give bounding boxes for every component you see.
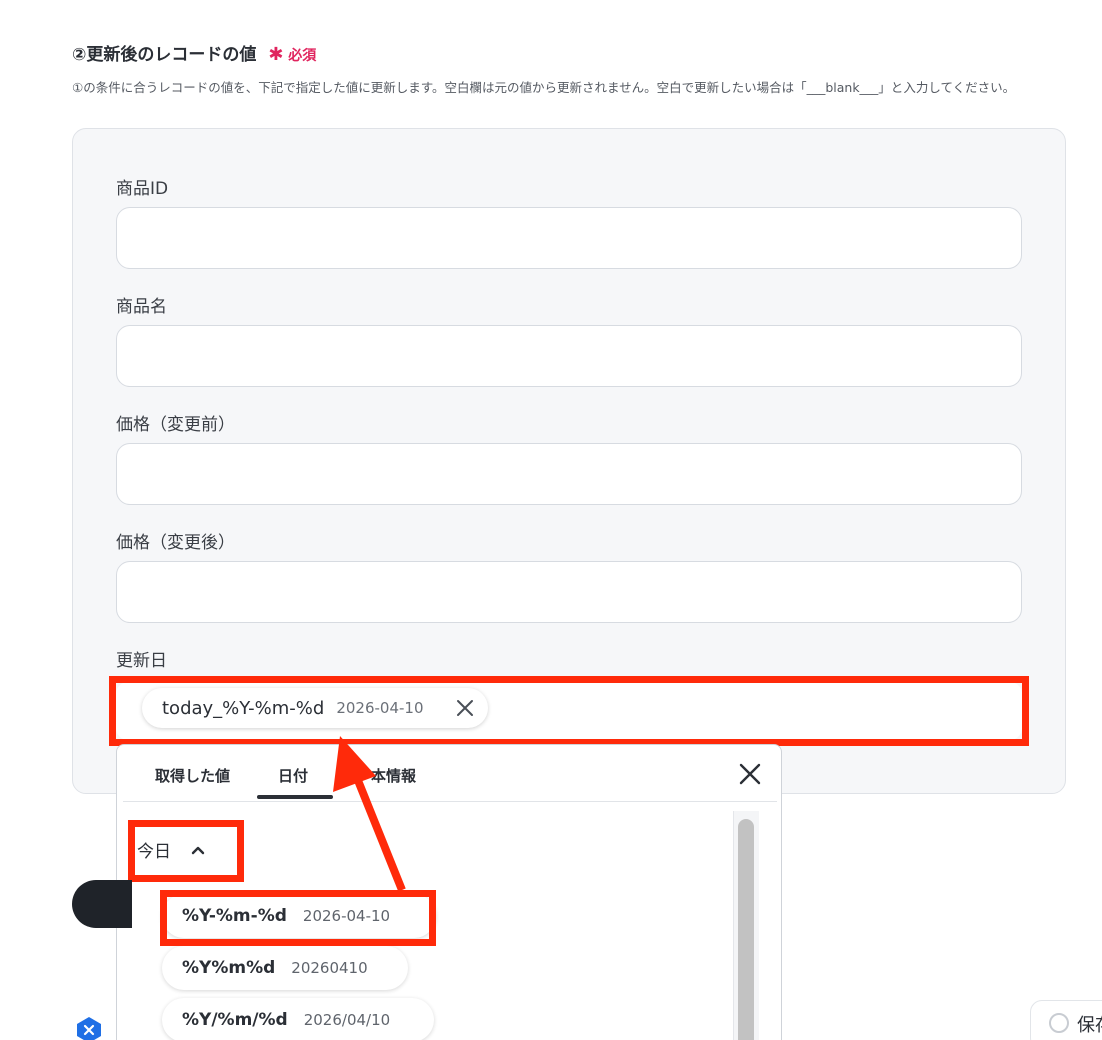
price-after-input[interactable]: [116, 561, 1022, 623]
save-button[interactable]: 保存: [1030, 1000, 1102, 1040]
loading-spinner-icon: [1049, 1013, 1069, 1033]
active-tab-indicator: [257, 795, 333, 799]
tabs-divider: [123, 801, 777, 802]
close-icon[interactable]: [737, 761, 763, 787]
option-format: %Y%m%d: [182, 958, 276, 978]
field-label-price-before: 価格（変更前）: [116, 415, 235, 435]
tab-date[interactable]: 日付: [278, 765, 308, 786]
field-label-product-id: 商品ID: [116, 179, 169, 199]
date-format-option[interactable]: %Y/%m/%d 2026/04/10: [162, 998, 434, 1040]
scrollbar[interactable]: [733, 811, 759, 1040]
tab-basic-info[interactable]: 本情報: [371, 765, 416, 786]
option-example: 20260410: [291, 959, 368, 977]
option-highlight: [160, 890, 436, 946]
app-logo-icon: [77, 1017, 101, 1040]
scrollbar-thumb[interactable]: [738, 819, 754, 1040]
dark-action-button[interactable]: [72, 880, 132, 928]
field-label-product-name: 商品名: [116, 297, 167, 317]
required-label: 必須: [288, 48, 317, 64]
option-format: %Y/%m/%d: [182, 1010, 288, 1030]
product-id-input[interactable]: [116, 207, 1022, 269]
section-title-text: ②更新後のレコードの値: [72, 45, 257, 65]
today-group-highlight: [128, 820, 244, 882]
field-label-update-date: 更新日: [116, 651, 167, 671]
required-star: ✱: [268, 44, 284, 65]
price-before-input[interactable]: [116, 443, 1022, 505]
section-title: ②更新後のレコードの値 ✱ 必須: [72, 40, 316, 65]
date-format-option[interactable]: %Y%m%d 20260410: [162, 946, 408, 990]
product-name-input[interactable]: [116, 325, 1022, 387]
field-label-price-after: 価格（変更後）: [116, 533, 235, 553]
tab-acquired-values[interactable]: 取得した値: [155, 765, 230, 786]
required-badge: ✱ 必須: [268, 44, 317, 65]
option-example: 2026/04/10: [303, 1011, 391, 1029]
save-label: 保存: [1077, 1015, 1102, 1036]
date-field-highlight: [109, 676, 1029, 746]
section-description: ①の条件に合うレコードの値を、下記で指定した値に更新します。空白欄は元の値から更…: [72, 80, 1016, 95]
